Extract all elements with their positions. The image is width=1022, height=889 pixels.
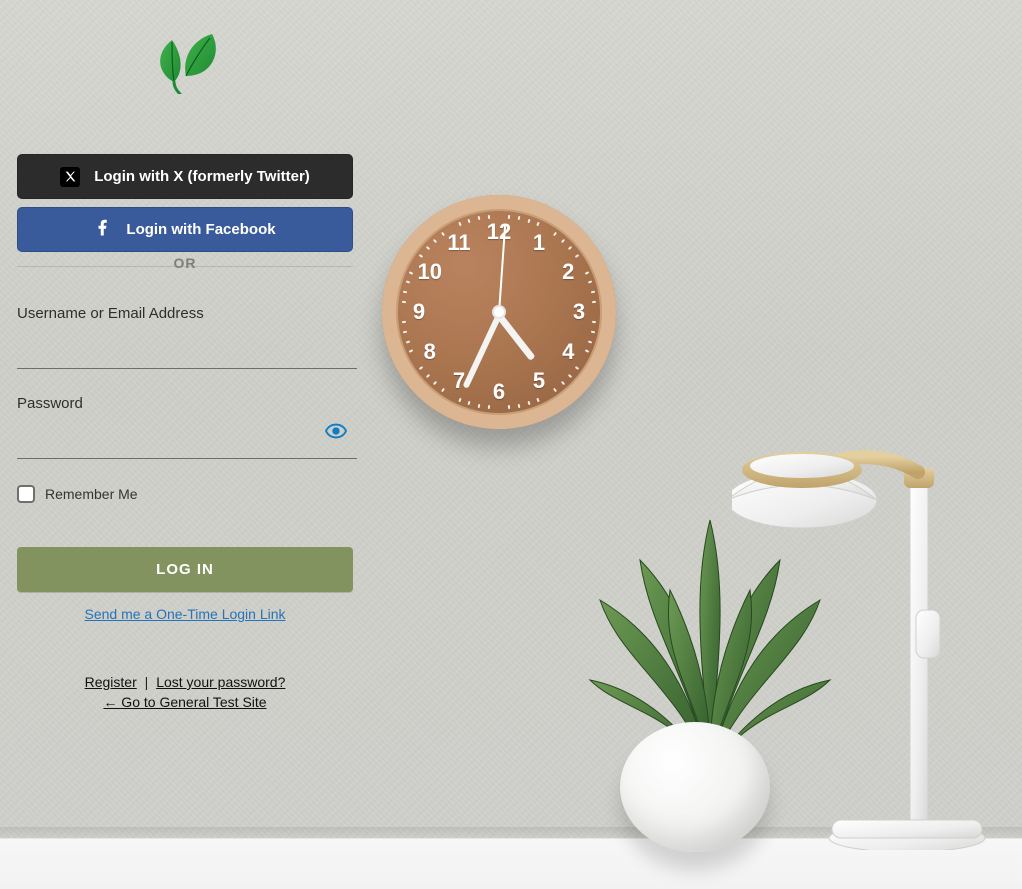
divider-label: OR <box>164 255 207 271</box>
one-time-login-link[interactable]: Send me a One-Time Login Link <box>17 606 353 622</box>
username-label: Username or Email Address <box>17 305 353 322</box>
desk-lamp <box>732 400 992 850</box>
username-field-group: Username or Email Address <box>17 305 353 369</box>
site-logo <box>152 34 222 99</box>
password-label: Password <box>17 395 353 412</box>
link-separator: | <box>145 674 149 690</box>
remember-me-checkbox[interactable] <box>17 485 35 503</box>
password-input[interactable] <box>17 412 357 459</box>
x-button-label: Login with X (formerly Twitter) <box>94 168 310 185</box>
facebook-icon <box>94 219 112 241</box>
facebook-button-label: Login with Facebook <box>126 221 275 238</box>
login-panel: Login with X (formerly Twitter) Login wi… <box>17 154 353 710</box>
remember-me-group[interactable]: Remember Me <box>17 485 353 503</box>
divider: OR <box>17 266 353 285</box>
login-with-facebook-button[interactable]: Login with Facebook <box>17 207 353 252</box>
show-password-icon[interactable] <box>325 423 347 444</box>
footer-links: Register | Lost your password? <box>17 674 353 690</box>
register-link[interactable]: Register <box>85 674 137 690</box>
lost-password-link[interactable]: Lost your password? <box>156 674 285 690</box>
username-input[interactable] <box>17 322 357 369</box>
login-with-x-button[interactable]: Login with X (formerly Twitter) <box>17 154 353 199</box>
back-to-site-link[interactable]: ← Go to General Test Site <box>103 694 266 710</box>
login-submit-button[interactable]: LOG IN <box>17 547 353 592</box>
remember-me-label: Remember Me <box>45 486 138 502</box>
x-icon <box>60 167 80 187</box>
wall-clock: 123456789101112 <box>382 195 616 429</box>
password-field-group: Password <box>17 395 353 459</box>
